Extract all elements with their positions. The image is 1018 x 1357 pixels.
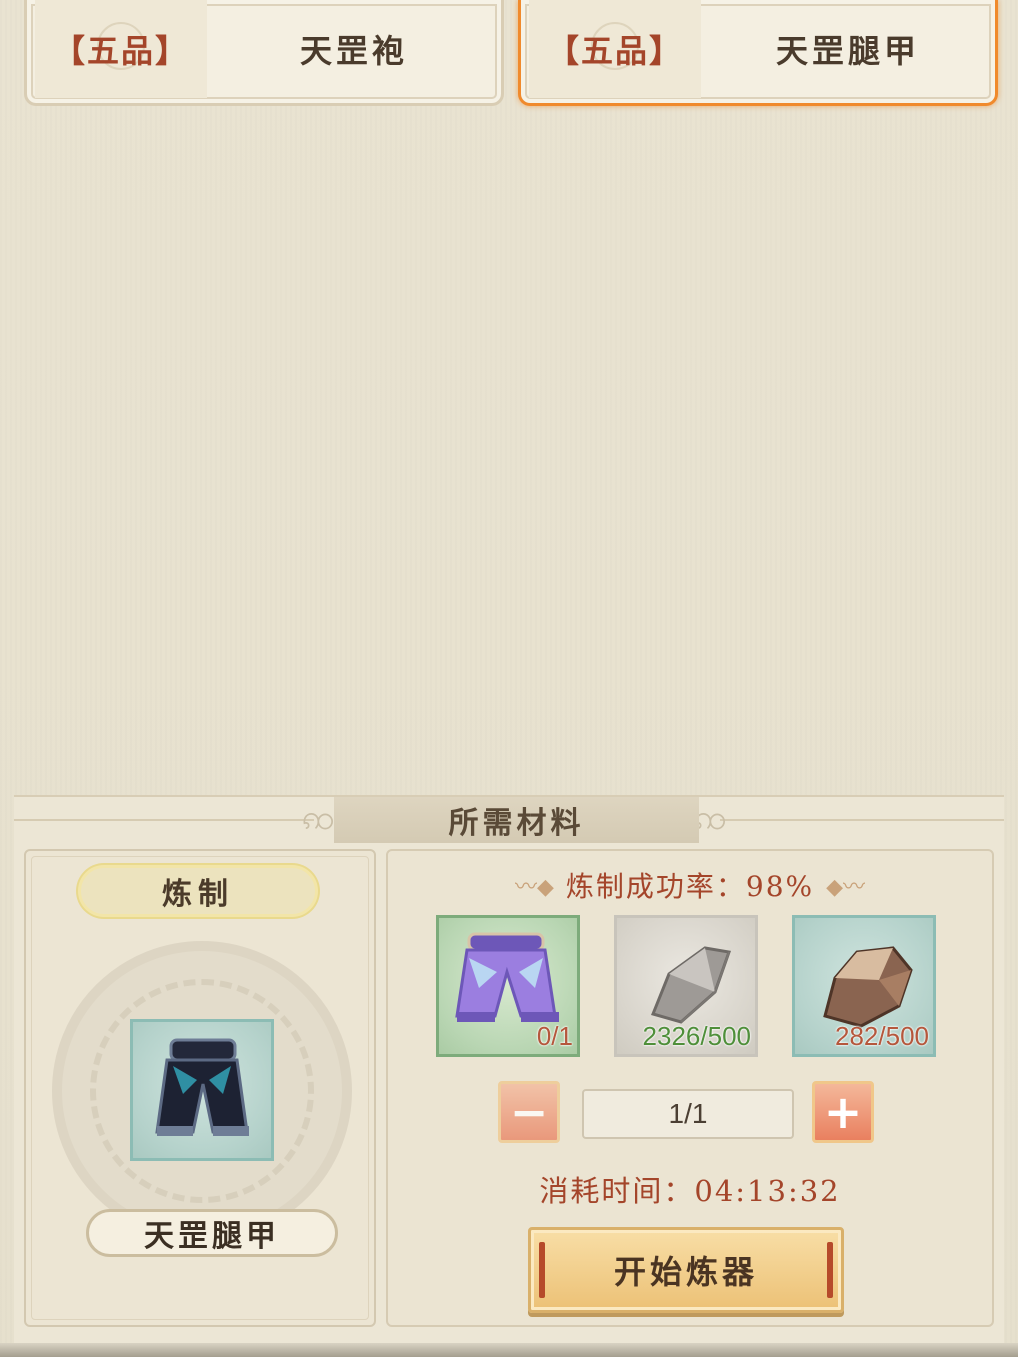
material-slot[interactable]: 2326/500 [614, 915, 758, 1057]
material-count: 282/500 [835, 1021, 929, 1051]
material-slot[interactable]: 282/500 [792, 915, 936, 1057]
recipe-name: 天罡袍 [299, 32, 408, 70]
materials-title: 所需材料 [334, 797, 699, 843]
header-divider [14, 819, 314, 821]
game-screen: 【五品】 天罡袍 【五品】 天罡腿甲 ꩡ ꩡ 所需材料 炼制 天罡腿甲 〰◆ 炼… [0, 0, 1018, 1357]
recipe-card-tiangang-leg-armor[interactable]: 【五品】 天罡腿甲 [518, 0, 998, 106]
product-box: 炼制 天罡腿甲 [24, 849, 376, 1327]
button-bar-right [827, 1242, 833, 1298]
swirl-ornament-icon: ꩡ [302, 798, 335, 838]
material-count: 0/1 [536, 1021, 573, 1051]
dark-leg-armor-icon [155, 1038, 249, 1136]
materials-panel: ꩡ ꩡ 所需材料 炼制 天罡腿甲 〰◆ 炼制成功率：98% ◆〰 0/1 232… [0, 795, 1018, 1357]
materials-info-box: 〰◆ 炼制成功率：98% ◆〰 0/1 2326/500 282/500 − 1… [386, 849, 994, 1327]
quantity-field[interactable]: 1/1 [582, 1089, 794, 1139]
material-count: 2326/500 [642, 1021, 751, 1051]
grade-area: 【五品】 [529, 0, 701, 98]
product-slot[interactable] [130, 1019, 274, 1161]
start-refining-label: 开始炼器 [613, 1253, 758, 1291]
craft-label: 炼制 [78, 865, 318, 917]
recipe-card-tiangang-robe[interactable]: 【五品】 天罡袍 [24, 0, 504, 106]
decrease-button[interactable]: − [498, 1081, 560, 1143]
right-ornament-icon: ◆〰 [826, 875, 866, 900]
increase-button[interactable]: + [812, 1081, 874, 1143]
product-name: 天罡腿甲 [86, 1209, 338, 1257]
grade-area: 【五品】 [35, 0, 207, 98]
material-slot[interactable]: 0/1 [436, 915, 580, 1057]
recipe-name: 天罡腿甲 [775, 32, 920, 70]
time-cost: 消耗时间：04:13:32 [539, 1174, 841, 1208]
recipe-grade: 【五品】 [546, 32, 683, 70]
header-divider [720, 819, 1004, 821]
left-ornament-icon: 〰◆ [514, 875, 554, 900]
success-rate: 〰◆ 炼制成功率：98% ◆〰 [388, 867, 992, 903]
start-refining-button[interactable]: 开始炼器 [528, 1227, 844, 1313]
recipe-grade: 【五品】 [52, 32, 189, 70]
button-bar-left [539, 1242, 545, 1298]
success-rate-text: 炼制成功率：98% [565, 870, 815, 903]
